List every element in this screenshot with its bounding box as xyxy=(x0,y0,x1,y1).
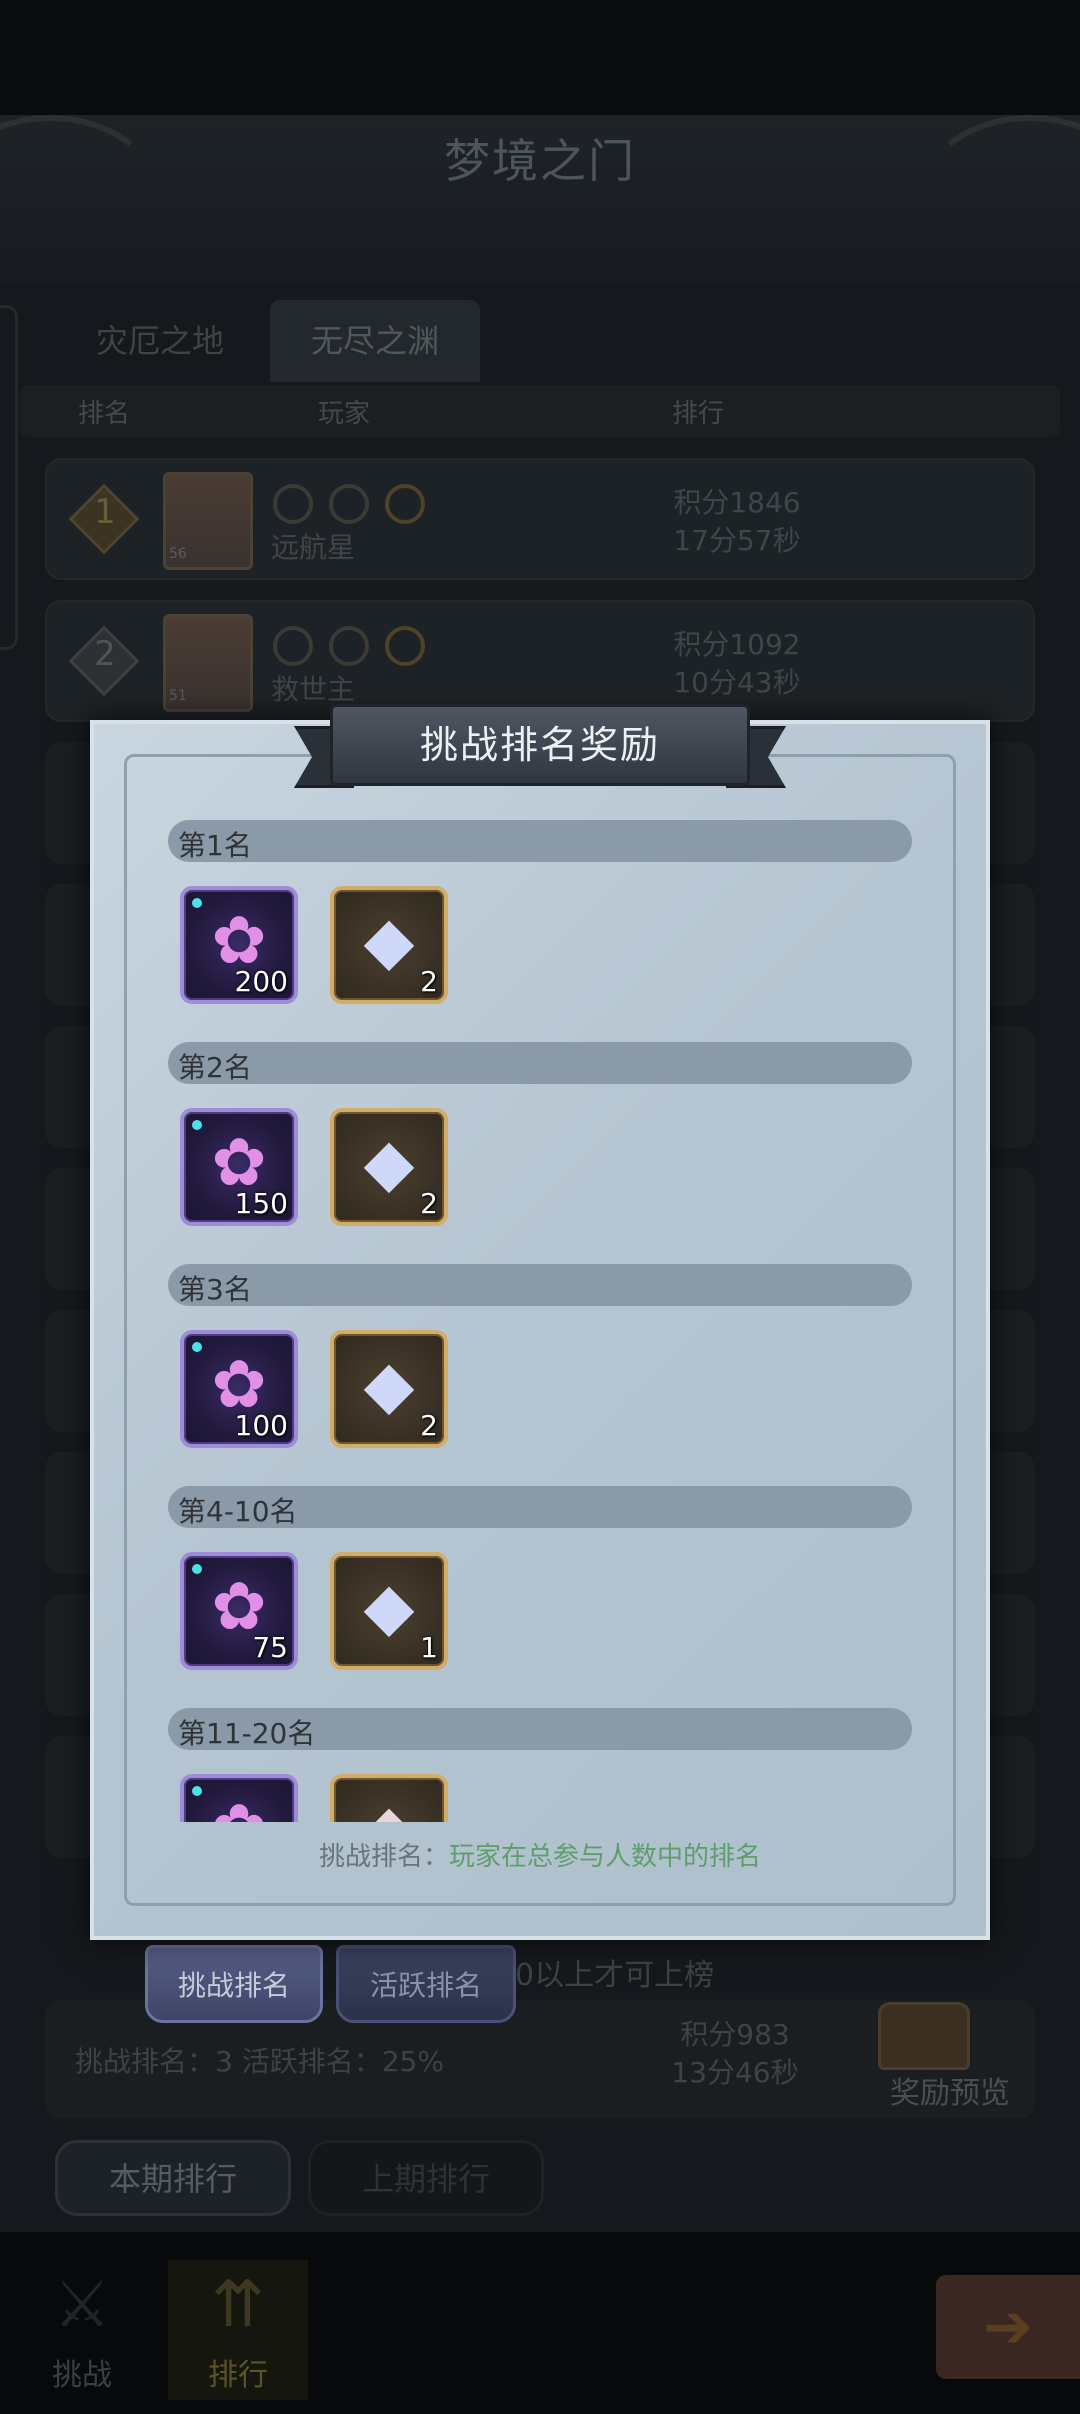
tier-label: 第3名 xyxy=(178,1273,252,1306)
ranking-arrows-icon: ⇈ xyxy=(211,2268,265,2342)
bottom-nav-bar xyxy=(0,2232,1080,2414)
item-quantity: 2 xyxy=(420,1187,438,1220)
nav-ranking-label: 排行 xyxy=(208,2358,268,2393)
tab-disaster-land[interactable]: 灾厄之地 xyxy=(70,300,250,382)
emblem-icon xyxy=(273,484,313,524)
rank-number: 1 xyxy=(94,492,116,532)
column-player: 玩家 xyxy=(318,399,371,429)
footer-key: 挑战排名： xyxy=(318,1842,449,1872)
previous-period-button[interactable]: 上期排行 xyxy=(308,2140,544,2216)
reward-tier: 第2名 ✿ 150 ◆ 2 xyxy=(168,1032,914,1254)
item-quantity: 1 xyxy=(420,1631,438,1664)
dialog-title: 挑战排名奖励 xyxy=(419,723,660,767)
treasure-chest-icon[interactable] xyxy=(878,2002,970,2070)
my-score-block: 积分983 13分46秒 xyxy=(605,2016,865,2092)
tier-header: 第1名 xyxy=(168,820,912,862)
reward-preview-button[interactable]: 奖励预览 xyxy=(890,2068,1010,2112)
my-score: 积分983 xyxy=(680,2018,790,2051)
go-arrow-button[interactable]: ➔ xyxy=(936,2275,1080,2379)
tier-label: 第4-10名 xyxy=(178,1495,298,1528)
clear-time: 10分43秒 xyxy=(673,666,801,699)
crystal-item-icon[interactable]: ◆ 2 xyxy=(330,886,448,1004)
reward-tier: 第3名 ✿ 100 ◆ 2 xyxy=(168,1254,914,1476)
page-title: 梦境之门 xyxy=(444,134,636,188)
nav-ranking[interactable]: ⇈ 排行 xyxy=(168,2260,308,2400)
item-quantity: 200 xyxy=(234,965,288,998)
reward-tier-list[interactable]: 第1名 ✿ 200 ◆ 2 第2名 ✿ 150 ◆ 2 第3名 ✿ 100 ◆ … xyxy=(168,810,914,1822)
tab-challenge-ranking[interactable]: 挑战排名 xyxy=(145,1945,323,2023)
ranking-column-header: 排名 玩家 排行 xyxy=(20,385,1060,437)
column-ranking: 排行 xyxy=(672,399,725,429)
clear-time: 17分57秒 xyxy=(673,524,801,557)
avatar-level: 51 xyxy=(169,688,187,704)
crystal-item-icon[interactable]: ◆ 2 xyxy=(330,1108,448,1226)
reward-tier: 第11-20名 ✿ ◆ xyxy=(168,1698,914,1822)
rank-number: 2 xyxy=(94,634,116,674)
tier-label: 第2名 xyxy=(178,1051,252,1084)
item-quantity: 100 xyxy=(234,1409,288,1442)
tier-header: 第3名 xyxy=(168,1264,912,1306)
emblem-icon xyxy=(385,626,425,666)
score-block: 积分1092 10分43秒 xyxy=(607,626,867,702)
player-name: 远航星 xyxy=(271,531,356,564)
status-area xyxy=(0,0,1080,115)
side-drawer-handle[interactable] xyxy=(0,305,18,650)
score-block: 积分1846 17分57秒 xyxy=(607,484,867,560)
nav-challenge-label: 挑战 xyxy=(52,2358,112,2393)
item-quantity: 2 xyxy=(420,1409,438,1442)
flower-item-icon[interactable]: ✿ 75 xyxy=(180,1552,298,1670)
ranking-row[interactable]: 1 56 远航星 积分1846 17分57秒 xyxy=(45,458,1035,580)
emblem-icon xyxy=(273,626,313,666)
tab-active-ranking[interactable]: 活跃排名 xyxy=(336,1945,516,2023)
tier-header: 第4-10名 xyxy=(168,1486,912,1528)
column-rank: 排名 xyxy=(78,399,131,429)
tier-header: 第11-20名 xyxy=(168,1708,912,1750)
emblem-icon xyxy=(385,484,425,524)
my-time: 13分46秒 xyxy=(671,2056,799,2089)
crystal-item-icon[interactable]: ◆ 2 xyxy=(330,1330,448,1448)
dialog-footer-note: 挑战排名：玩家在总参与人数中的排名 xyxy=(0,1836,1080,1873)
item-quantity: 2 xyxy=(420,965,438,998)
eligibility-note: 0以上才可上榜 xyxy=(515,1958,715,1993)
current-period-button[interactable]: 本期排行 xyxy=(55,2140,291,2216)
reward-tier: 第1名 ✿ 200 ◆ 2 xyxy=(168,810,914,1032)
tab-endless-abyss[interactable]: 无尽之渊 xyxy=(270,300,480,382)
avatar-level: 56 xyxy=(169,546,187,562)
flower-item-icon[interactable]: ✿ 200 xyxy=(180,886,298,1004)
my-rank-text: 挑战排名：3 活跃排名：25% xyxy=(75,2045,444,2078)
crossed-swords-icon: ⚔ xyxy=(53,2268,111,2342)
flower-item-icon[interactable]: ✿ 100 xyxy=(180,1330,298,1448)
crystal-item-icon[interactable]: ◆ 1 xyxy=(330,1552,448,1670)
score: 积分1092 xyxy=(673,628,801,661)
item-quantity: 75 xyxy=(252,1631,288,1664)
flower-glyph: ✿ xyxy=(184,1784,294,1822)
flower-item-icon[interactable]: ✿ xyxy=(180,1774,298,1822)
crystal-glyph: ◆ xyxy=(334,1784,444,1822)
tier-header: 第2名 xyxy=(168,1042,912,1084)
emblem-icon xyxy=(329,626,369,666)
nav-challenge[interactable]: ⚔ 挑战 xyxy=(12,2260,152,2400)
game-screen: 梦境之门 灾厄之地 无尽之渊 排名 玩家 排行 1 56 远航星 积分1846 … xyxy=(0,0,1080,2414)
emblem-icon xyxy=(329,484,369,524)
footer-value: 玩家在总参与人数中的排名 xyxy=(449,1842,762,1872)
reward-tier: 第4-10名 ✿ 75 ◆ 1 xyxy=(168,1476,914,1698)
crystal-item-icon[interactable]: ◆ xyxy=(330,1774,448,1822)
dialog-title-ribbon: 挑战排名奖励 xyxy=(294,700,786,796)
item-quantity: 150 xyxy=(234,1187,288,1220)
flower-item-icon[interactable]: ✿ 150 xyxy=(180,1108,298,1226)
tier-label: 第11-20名 xyxy=(178,1717,316,1750)
score: 积分1846 xyxy=(673,486,801,519)
tier-label: 第1名 xyxy=(178,829,252,862)
